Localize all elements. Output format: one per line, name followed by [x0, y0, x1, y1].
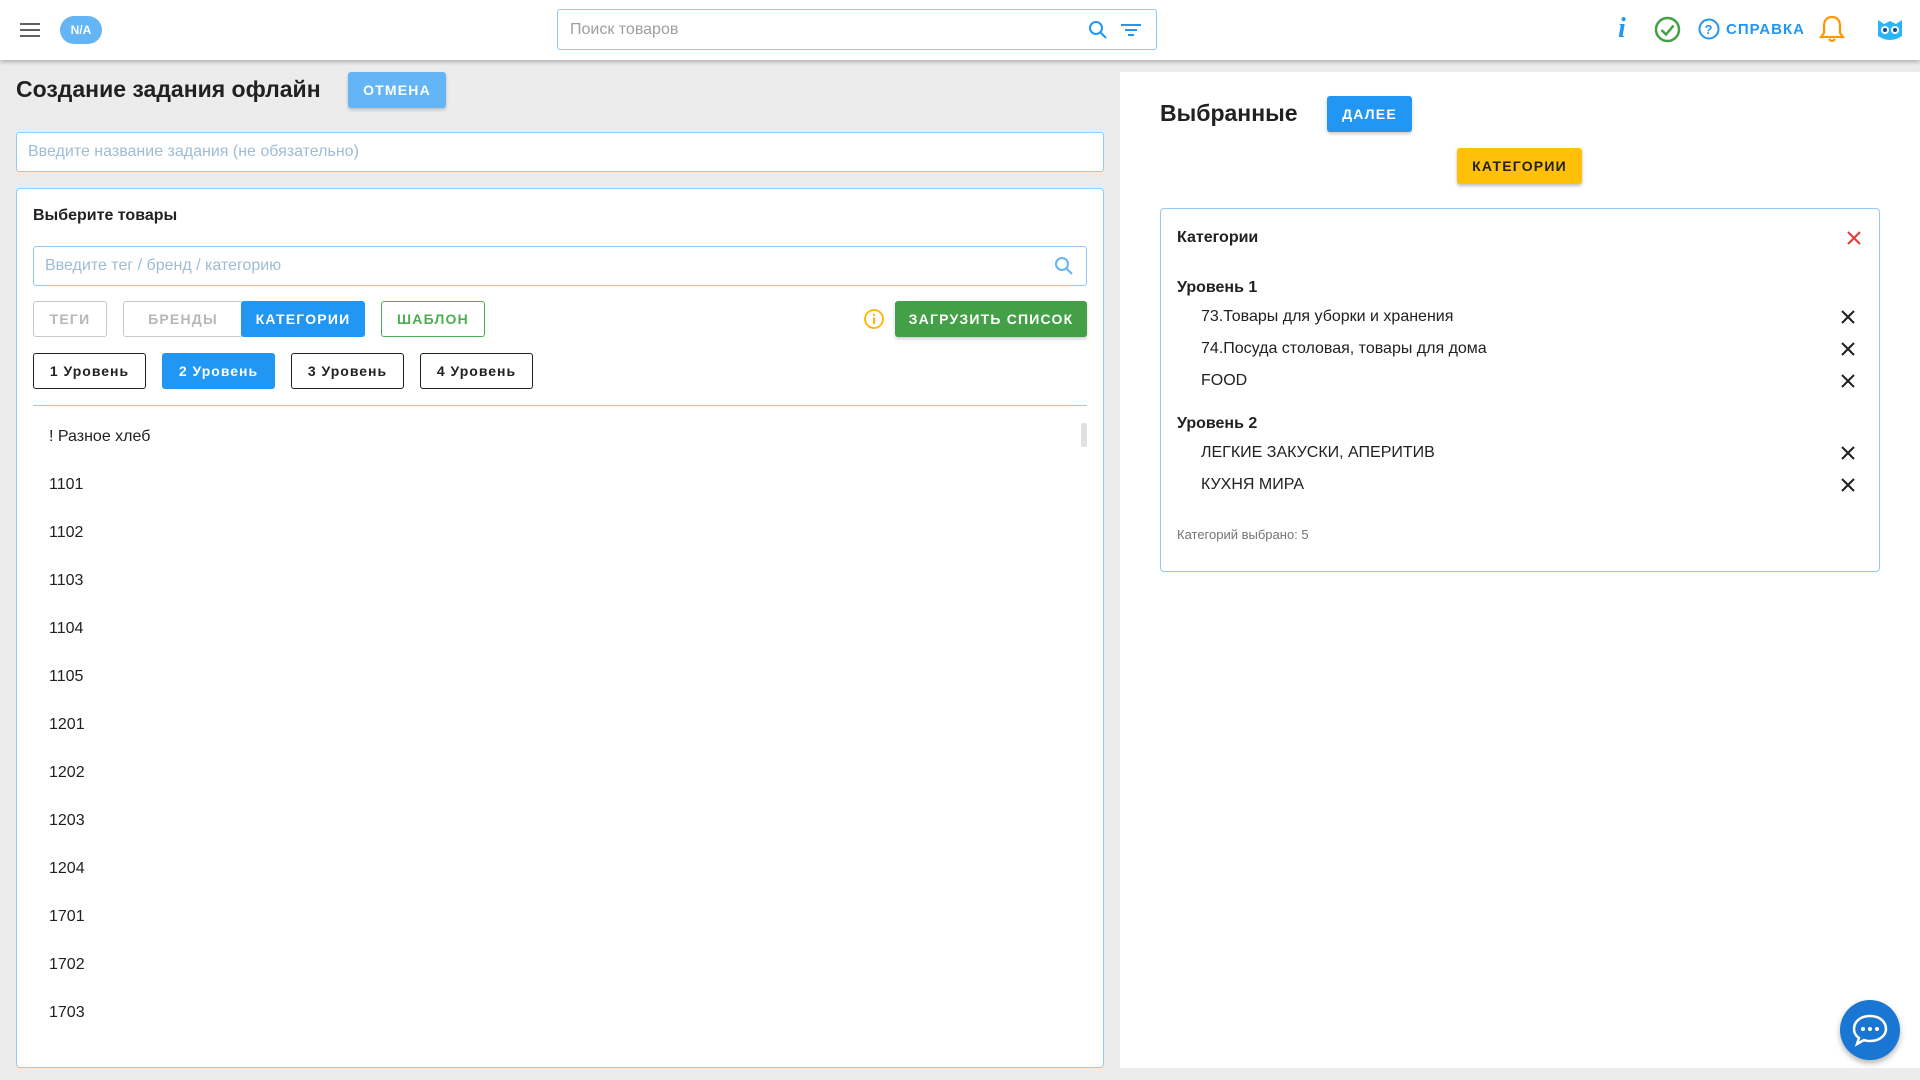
level-2-button[interactable]: 2 Уровень — [162, 353, 275, 389]
selected-item: ЛЕГКИЕ ЗАКУСКИ, АПЕРИТИВ — [1201, 437, 1861, 469]
list-item[interactable]: 1203 — [33, 797, 1073, 845]
card-title: Категории — [1177, 229, 1259, 246]
list-item[interactable]: 1103 — [33, 557, 1073, 605]
logo-icon[interactable] — [1874, 14, 1906, 46]
product-search-field — [557, 9, 1157, 50]
product-search-input[interactable] — [570, 10, 1070, 49]
cancel-button[interactable]: ОТМЕНА — [348, 72, 446, 108]
list-item[interactable]: 1703 — [33, 989, 1073, 1037]
selected-item: 74.Посуда столовая, товары для дома — [1201, 333, 1861, 365]
product-selection-card: Выберите товары ТЕГИ БРЕНДЫ КАТЕГОРИИ ША… — [16, 188, 1104, 1068]
chat-button[interactable] — [1840, 1000, 1900, 1060]
close-icon[interactable] — [1845, 229, 1863, 247]
scrollbar[interactable] — [1081, 423, 1087, 447]
close-icon[interactable] — [1839, 340, 1857, 358]
filter-icon[interactable] — [1120, 20, 1142, 40]
list-item[interactable]: ! Разное хлеб — [33, 413, 1073, 461]
selected-title: Выбранные — [1160, 100, 1298, 126]
tags-filter-button[interactable]: ТЕГИ — [33, 301, 107, 337]
selected-item-label: FOOD — [1201, 372, 1248, 389]
level-1-button[interactable]: 1 Уровень — [33, 353, 146, 389]
categories-button[interactable]: КАТЕГОРИИ — [1457, 148, 1582, 184]
chat-icon — [1852, 1014, 1888, 1047]
help-link[interactable]: ? СПРАВКА — [1698, 18, 1805, 40]
selected-item: КУХНЯ МИРА — [1201, 469, 1861, 501]
selected-item-label: 73.Товары для уборки и хранения — [1201, 308, 1454, 325]
product-selection-heading: Выберите товары — [33, 207, 178, 224]
top-bar: N/A i ? СПРАВКА — [0, 0, 1920, 60]
next-button[interactable]: ДАЛЕЕ — [1327, 96, 1412, 132]
tag-search-input[interactable] — [34, 247, 1034, 285]
brands-filter-button[interactable]: БРЕНДЫ — [123, 301, 243, 337]
page-title: Создание задания офлайн — [16, 76, 321, 102]
list-item[interactable]: 1105 — [33, 653, 1073, 701]
list-item[interactable]: 1204 — [33, 845, 1073, 893]
selected-item-label: ЛЕГКИЕ ЗАКУСКИ, АПЕРИТИВ — [1201, 444, 1435, 461]
list-item[interactable]: 1101 — [33, 461, 1073, 509]
level-3-button[interactable]: 3 Уровень — [291, 353, 404, 389]
task-name-field — [16, 132, 1104, 172]
selected-panel: Выбранные ДАЛЕЕ КАТЕГОРИИ Категории Уров… — [1120, 72, 1920, 1068]
task-name-input[interactable] — [17, 133, 1103, 171]
tag-search-field — [33, 246, 1087, 286]
selected-item: FOOD — [1201, 365, 1861, 397]
search-icon[interactable] — [1088, 20, 1108, 40]
category-list: ! Разное хлеб 1101 1102 1103 1104 1105 1… — [33, 413, 1073, 1063]
menu-icon[interactable] — [20, 18, 40, 42]
info-icon[interactable]: i — [1618, 14, 1626, 44]
selected-categories-card: Категории Уровень 1 73.Товары для уборки… — [1160, 208, 1880, 572]
level-2-heading: Уровень 2 — [1177, 415, 1258, 432]
list-item[interactable]: 1701 — [33, 893, 1073, 941]
list-item[interactable]: 1104 — [33, 605, 1073, 653]
info-icon[interactable] — [863, 308, 885, 330]
level-1-heading: Уровень 1 — [1177, 279, 1258, 296]
close-icon[interactable] — [1839, 444, 1857, 462]
list-item[interactable]: 1102 — [33, 509, 1073, 557]
check-circle-icon[interactable] — [1654, 16, 1681, 43]
close-icon[interactable] — [1839, 308, 1857, 326]
list-item[interactable]: 1201 — [33, 701, 1073, 749]
search-icon[interactable] — [1054, 256, 1074, 276]
categories-filter-button[interactable]: КАТЕГОРИИ — [241, 301, 365, 337]
list-item[interactable]: 1702 — [33, 941, 1073, 989]
close-icon[interactable] — [1839, 372, 1857, 390]
help-circle-icon: ? — [1698, 18, 1720, 40]
selected-item-label: 74.Посуда столовая, товары для дома — [1201, 340, 1487, 357]
bell-icon[interactable] — [1819, 14, 1845, 44]
template-filter-button[interactable]: ШАБЛОН — [381, 301, 485, 337]
svg-text:?: ? — [1705, 22, 1714, 37]
selected-item: 73.Товары для уборки и хранения — [1201, 301, 1861, 333]
level-4-button[interactable]: 4 Уровень — [420, 353, 533, 389]
selected-item-label: КУХНЯ МИРА — [1201, 476, 1304, 493]
list-item[interactable]: 1202 — [33, 749, 1073, 797]
help-label: СПРАВКА — [1726, 20, 1805, 38]
upload-list-button[interactable]: ЗАГРУЗИТЬ СПИСОК — [895, 301, 1087, 337]
selected-count: Категорий выбрано: 5 — [1177, 527, 1309, 542]
divider — [33, 405, 1087, 406]
user-badge[interactable]: N/A — [60, 16, 102, 44]
close-icon[interactable] — [1839, 476, 1857, 494]
